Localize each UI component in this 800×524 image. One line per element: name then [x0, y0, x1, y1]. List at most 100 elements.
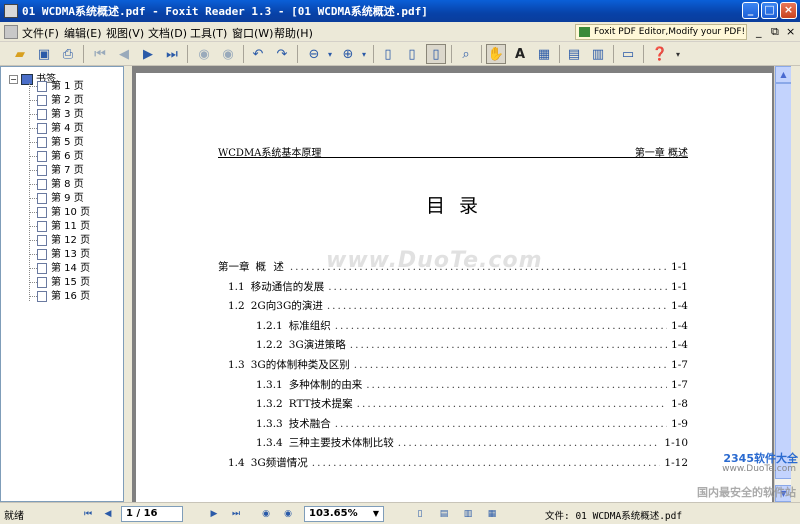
bookmark-item[interactable]: 第 6 页	[29, 150, 90, 164]
next-page-icon[interactable]: ▶	[206, 506, 222, 522]
bookmark-item[interactable]: 第 8 页	[29, 178, 90, 192]
facing-icon[interactable]: ▥	[460, 506, 476, 522]
app-icon[interactable]	[4, 4, 18, 18]
toc-entry-title: 技术融合	[288, 417, 331, 430]
back-icon[interactable]: ◉	[194, 44, 214, 64]
forward-icon[interactable]: ◉	[280, 506, 296, 522]
help-dropdown-icon[interactable]: ▾	[668, 44, 688, 64]
bookmark-item[interactable]: 第 2 页	[29, 94, 90, 108]
bookmark-item[interactable]: 第 3 页	[29, 108, 90, 122]
menu-edit[interactable]: 编辑(E)	[64, 25, 102, 41]
promo-banner[interactable]: Foxit PDF Editor,Modify your PDF!	[575, 24, 747, 40]
menu-tools[interactable]: 工具(T)	[190, 25, 227, 41]
page-number-field[interactable]: 1 / 16	[121, 506, 183, 522]
doc-close-button[interactable]: ×	[786, 25, 795, 38]
rotate-left-icon[interactable]: ↶	[248, 44, 268, 64]
bookmark-item[interactable]: 第 9 页	[29, 192, 90, 206]
text-select-icon[interactable]: A	[510, 44, 530, 64]
toc-entry-title: 移动通信的发展	[250, 280, 325, 293]
bookmark-item[interactable]: 第 4 页	[29, 122, 90, 136]
first-page-icon[interactable]: ⏮	[80, 506, 96, 522]
back-icon[interactable]: ◉	[258, 506, 274, 522]
bookmarks-panel-icon[interactable]: ▤	[564, 44, 584, 64]
toc-entry[interactable]: 1.2.2 3G演进策略 1-4	[256, 337, 688, 353]
last-page-icon[interactable]: ⏭	[228, 506, 244, 522]
zoom-dropdown-icon[interactable]: ▼	[373, 507, 379, 521]
print-icon[interactable]: ⎙	[58, 44, 78, 64]
full-screen-icon[interactable]: ▭	[618, 44, 638, 64]
toc-entry[interactable]: 1.1 移动通信的发展 1-1	[228, 279, 688, 295]
bookmark-item[interactable]: 第 5 页	[29, 136, 90, 150]
zoom-in-dropdown-icon[interactable]: ▾	[354, 44, 374, 64]
forward-icon[interactable]: ◉	[218, 44, 238, 64]
status-bar: 就绪 ⏮ ◀ 1 / 16 ▶ ⏭ ◉ ◉ 103.65% ▼ ▯ ▤ ▥ ▦ …	[0, 502, 800, 524]
toc-entry[interactable]: 1.2.1 标准组织 1-4	[256, 318, 688, 334]
toc-entry[interactable]: 1.3.2 RTT技术提案 1-8	[256, 396, 688, 412]
single-page-icon[interactable]: ▯	[412, 506, 428, 522]
bookmarks-panel[interactable]: − 书签 第 1 页 第 2 页 第 3 页 第 4 页 第 5 页 第 6 页 …	[0, 66, 124, 502]
toc-entry[interactable]: 1.3.4 三种主要技术体制比较 1-10	[256, 435, 688, 451]
first-page-icon[interactable]: ⏮	[90, 44, 110, 64]
continuous-icon[interactable]: ▤	[436, 506, 452, 522]
menu-file[interactable]: 文件(F)	[22, 25, 59, 41]
bookmark-item[interactable]: 第 1 页	[29, 80, 90, 94]
toc-entry[interactable]: 1.3 3G的体制种类及区别 1-7	[228, 357, 688, 373]
minimize-button[interactable]: _	[742, 2, 759, 19]
toc-entry-number: 1.2	[228, 300, 245, 313]
menu-help[interactable]: 帮助(H)	[274, 25, 313, 41]
menu-document[interactable]: 文档(D)	[148, 25, 187, 41]
hand-tool-icon[interactable]: ✋	[486, 44, 506, 64]
scroll-up-icon[interactable]: ▲	[775, 66, 792, 83]
doc-minimize-button[interactable]: _	[756, 25, 762, 38]
fit-page-icon[interactable]: ▯	[402, 44, 422, 64]
snapshot-icon[interactable]: ▦	[534, 44, 554, 64]
title-bar[interactable]: 01 WCDMA系统概述.pdf - Foxit Reader 1.3 - [0…	[0, 0, 800, 22]
toc-entry-page: 1-10	[664, 437, 688, 450]
toc-entry[interactable]: 1.43G频谱情况1-12	[228, 455, 688, 471]
save-icon[interactable]: ▣	[34, 44, 54, 64]
next-page-icon[interactable]: ▶	[138, 44, 158, 64]
page-title: 目 录	[425, 195, 483, 217]
zoom-out-dropdown-icon[interactable]: ▾	[320, 44, 340, 64]
toc-entry[interactable]: 1.2 2G向3G的演进 1-4	[228, 298, 688, 314]
bookmark-item[interactable]: 第 10 页	[29, 206, 90, 220]
last-page-icon[interactable]: ⏭	[162, 44, 182, 64]
find-icon[interactable]: ⌕	[456, 44, 476, 64]
actual-size-icon[interactable]: ▯	[378, 44, 398, 64]
page-icon	[37, 94, 47, 106]
collapse-toggle[interactable]: −	[9, 74, 18, 84]
menu-window[interactable]: 窗口(W)	[232, 25, 273, 41]
bookmark-item[interactable]: 第 13 页	[29, 248, 90, 262]
toolbar-separator	[451, 45, 452, 63]
rotate-right-icon[interactable]: ↷	[272, 44, 292, 64]
continuous-facing-icon[interactable]: ▦	[484, 506, 500, 522]
page-icon	[37, 164, 47, 176]
toc-entry[interactable]: 1.3.3 技术融合 1-9	[256, 416, 688, 432]
fit-width-icon[interactable]: ▯	[426, 44, 446, 64]
toc-entry-number: 1.2.1	[256, 319, 283, 332]
scroll-thumb[interactable]	[775, 83, 792, 479]
vertical-scrollbar[interactable]: ▲ ▼	[774, 66, 792, 502]
toc-entry[interactable]: 1.3.1 多种体制的由来 1-7	[256, 377, 688, 393]
panel-splitter[interactable]	[124, 66, 132, 502]
help-icon[interactable]: ❓	[650, 44, 670, 64]
bookmark-item[interactable]: 第 7 页	[29, 164, 90, 178]
prev-page-icon[interactable]: ◀	[114, 44, 134, 64]
bookmark-item[interactable]: 第 15 页	[29, 276, 90, 290]
maximize-button[interactable]: □	[761, 2, 778, 19]
toc-leader-dots	[350, 339, 667, 351]
document-view[interactable]: WCDMA系统基本原理 第一章 概述 目 录 第一章概 述1-11.1移动通信的…	[132, 66, 774, 502]
close-button[interactable]: ×	[780, 2, 797, 19]
doc-restore-button[interactable]: ⧉	[771, 25, 779, 39]
prev-page-icon[interactable]: ◀	[100, 506, 116, 522]
zoom-field[interactable]: 103.65% ▼	[304, 506, 384, 522]
bookmark-item[interactable]: 第 16 页	[29, 290, 90, 304]
thumbnails-panel-icon[interactable]: ▥	[588, 44, 608, 64]
bookmark-item[interactable]: 第 14 页	[29, 262, 90, 276]
open-icon[interactable]: ▰	[10, 44, 30, 64]
bookmark-item[interactable]: 第 12 页	[29, 234, 90, 248]
bookmark-item[interactable]: 第 11 页	[29, 220, 90, 234]
toc-entry-page: 1-1	[671, 261, 688, 273]
menu-view[interactable]: 视图(V)	[106, 25, 144, 41]
document-icon[interactable]	[4, 25, 18, 39]
